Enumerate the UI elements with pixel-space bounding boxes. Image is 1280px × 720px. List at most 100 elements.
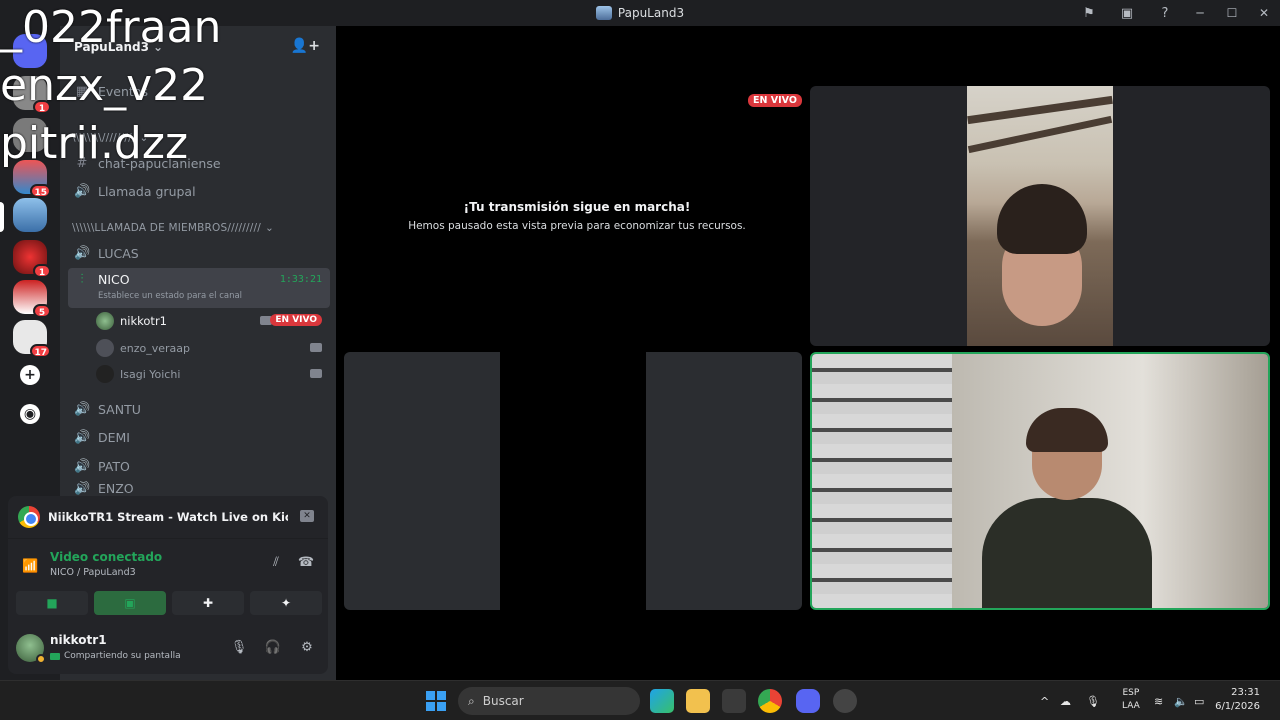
- live-badge: EN VIVO: [270, 314, 322, 326]
- video-tile[interactable]: [810, 86, 1270, 346]
- video-stage: ¡Tu transmisión sigue en marcha! Hemos p…: [336, 26, 1280, 680]
- video-tile-focused[interactable]: [810, 352, 1270, 610]
- microphone-tray-icon[interactable]: 🎙: [1086, 695, 1106, 708]
- member-row[interactable]: Isagi Yoichi: [96, 362, 322, 386]
- voice-channel-enzo[interactable]: 🔊 ENZO: [68, 481, 330, 495]
- member-row[interactable]: enzo_veraap: [96, 336, 322, 360]
- unread-badge: 17: [30, 344, 51, 358]
- date: 6/1/2026: [1215, 701, 1260, 712]
- cloud-icon[interactable]: ☁: [1060, 695, 1086, 708]
- status-dot: [36, 654, 46, 664]
- voice-channel[interactable]: 🔊 Llamada grupal: [68, 178, 330, 204]
- screen-share-button[interactable]: ▣: [94, 591, 166, 615]
- chrome-icon: [18, 506, 40, 528]
- member-name: enzo_veraap: [120, 341, 191, 355]
- webcam-person: [982, 408, 1152, 608]
- member-name: nikkotr1: [120, 314, 167, 328]
- help-icon[interactable]: ?: [1146, 0, 1184, 26]
- user-status: Compartiendo su pantalla: [50, 651, 181, 661]
- clock[interactable]: 23:31 6/1/2026: [1215, 686, 1260, 714]
- noise-suppression-icon[interactable]: ⫽: [266, 555, 286, 575]
- minimize-button[interactable]: ─: [1184, 0, 1216, 26]
- app-taskbar-icon[interactable]: [833, 689, 857, 713]
- discord-taskbar-icon[interactable]: [796, 689, 820, 713]
- channel-status-hint[interactable]: Establece un estado para el canal: [98, 291, 242, 301]
- avatar: [96, 365, 114, 383]
- channel-label: Llamada grupal: [98, 183, 196, 199]
- add-server-icon[interactable]: +: [20, 365, 40, 385]
- channel-label: LUCAS: [98, 245, 139, 261]
- invite-icon[interactable]: 👤+: [291, 38, 320, 54]
- wifi-icon[interactable]: ≋: [1154, 695, 1174, 708]
- channel-label: ENZO: [98, 481, 134, 495]
- explore-icon[interactable]: ◉: [20, 404, 40, 424]
- paused-stream-notice[interactable]: ¡Tu transmisión sigue en marcha! Hemos p…: [344, 86, 810, 346]
- status-icons: ≋ 🔈 ▭: [1154, 681, 1214, 720]
- voice-channel-demi[interactable]: 🔊 DEMI: [68, 424, 330, 450]
- server-item[interactable]: 17: [13, 320, 51, 358]
- voice-channel-santu[interactable]: 🔊 SANTU: [68, 396, 330, 422]
- volume-icon[interactable]: 🔈: [1174, 695, 1194, 708]
- user-avatar[interactable]: [16, 634, 46, 664]
- voice-channel-nico[interactable]: ⫶ NICO 1:33:21 Establece un estado para e…: [68, 268, 330, 308]
- video-placeholder: [344, 352, 500, 610]
- channel-label: SANTU: [98, 401, 141, 417]
- store-icon[interactable]: [722, 689, 746, 713]
- member-row[interactable]: nikkotr1 EN VIVO: [96, 309, 322, 333]
- chrome-taskbar-icon[interactable]: [758, 689, 782, 713]
- overlay-name: enzx_v22: [0, 60, 209, 111]
- close-window-button[interactable]: ✕: [1248, 0, 1280, 26]
- channel-label: NICO: [98, 272, 130, 287]
- hair: [997, 184, 1087, 254]
- chevron-up-icon[interactable]: ^: [1040, 695, 1060, 708]
- battery-icon[interactable]: ▭: [1194, 695, 1214, 708]
- category-label: \\\\\\LLAMADA DE MIEMBROS/////////: [72, 222, 261, 234]
- chevron-down-icon: ⌄: [265, 222, 274, 234]
- username[interactable]: nikkotr1: [50, 633, 107, 647]
- camera-button[interactable]: ■: [16, 591, 88, 615]
- voice-connection-panel: 📶 Video conectado NICO / PapuLand3 ⫽ ☎ ■…: [8, 538, 328, 624]
- voice-activity-icon: ⫶: [80, 272, 84, 287]
- edge-icon[interactable]: [650, 689, 674, 713]
- server-item-papuland3[interactable]: [13, 198, 47, 232]
- disconnect-icon[interactable]: ☎: [296, 555, 316, 575]
- server-icon: [595, 6, 612, 20]
- voice-channel-lucas[interactable]: 🔊 LUCAS: [68, 240, 330, 266]
- stop-stream-icon[interactable]: ✕: [300, 510, 314, 522]
- unread-badge: 15: [30, 184, 51, 198]
- screen-share-icon[interactable]: ▣: [1108, 0, 1146, 26]
- inbox-flag-icon[interactable]: ⚑: [1070, 0, 1108, 26]
- member-name: Isagi Yoichi: [120, 367, 181, 381]
- server-item[interactable]: 5: [13, 280, 51, 318]
- voice-status[interactable]: Video conectado: [50, 550, 162, 564]
- selected-server-pill: [0, 202, 4, 232]
- file-explorer-icon[interactable]: [686, 689, 710, 713]
- live-badge: EN VIVO: [748, 94, 802, 107]
- user-status-text: Compartiendo su pantalla: [64, 651, 181, 661]
- ceiling-beam: [967, 115, 1113, 154]
- curtain: [812, 354, 952, 608]
- webcam-feed: [967, 86, 1113, 346]
- signal-icon[interactable]: 📶: [22, 559, 38, 574]
- start-button[interactable]: [426, 691, 446, 711]
- headphones-icon[interactable]: 🎧: [264, 640, 282, 658]
- time: 23:31: [1231, 687, 1260, 698]
- speaker-icon: 🔊: [74, 458, 91, 474]
- taskbar: ⌕ Buscar ^ ☁ 🎙 ESP LAA ≋ 🔈 ▭ 23:31 6/1/2…: [0, 680, 1280, 720]
- soundboard-button[interactable]: ✦: [250, 591, 322, 615]
- voice-channel-pato[interactable]: 🔊 PATO: [68, 453, 330, 479]
- microphone-icon[interactable]: 🎙: [230, 640, 248, 658]
- maximize-button[interactable]: ☐: [1216, 0, 1248, 26]
- video-placeholder: [646, 352, 802, 610]
- server-item[interactable]: 1: [13, 240, 51, 278]
- category-header-members[interactable]: \\\\\\LLAMADA DE MIEMBROS///////// ⌄: [72, 219, 322, 237]
- language-indicator[interactable]: ESP LAA: [1122, 687, 1140, 713]
- stream-popup[interactable]: NiikkoTR1 Stream - Watch Live on Kick -.…: [8, 496, 328, 538]
- search-box[interactable]: ⌕ Buscar: [458, 687, 640, 715]
- channel-label: DEMI: [98, 429, 130, 445]
- video-tile[interactable]: [344, 352, 802, 610]
- user-panel: nikkotr1 Compartiendo su pantalla 🎙 🎧 ⚙: [8, 624, 328, 674]
- channel-label: PATO: [98, 458, 130, 474]
- settings-gear-icon[interactable]: ⚙: [298, 640, 316, 658]
- activities-button[interactable]: ✚: [172, 591, 244, 615]
